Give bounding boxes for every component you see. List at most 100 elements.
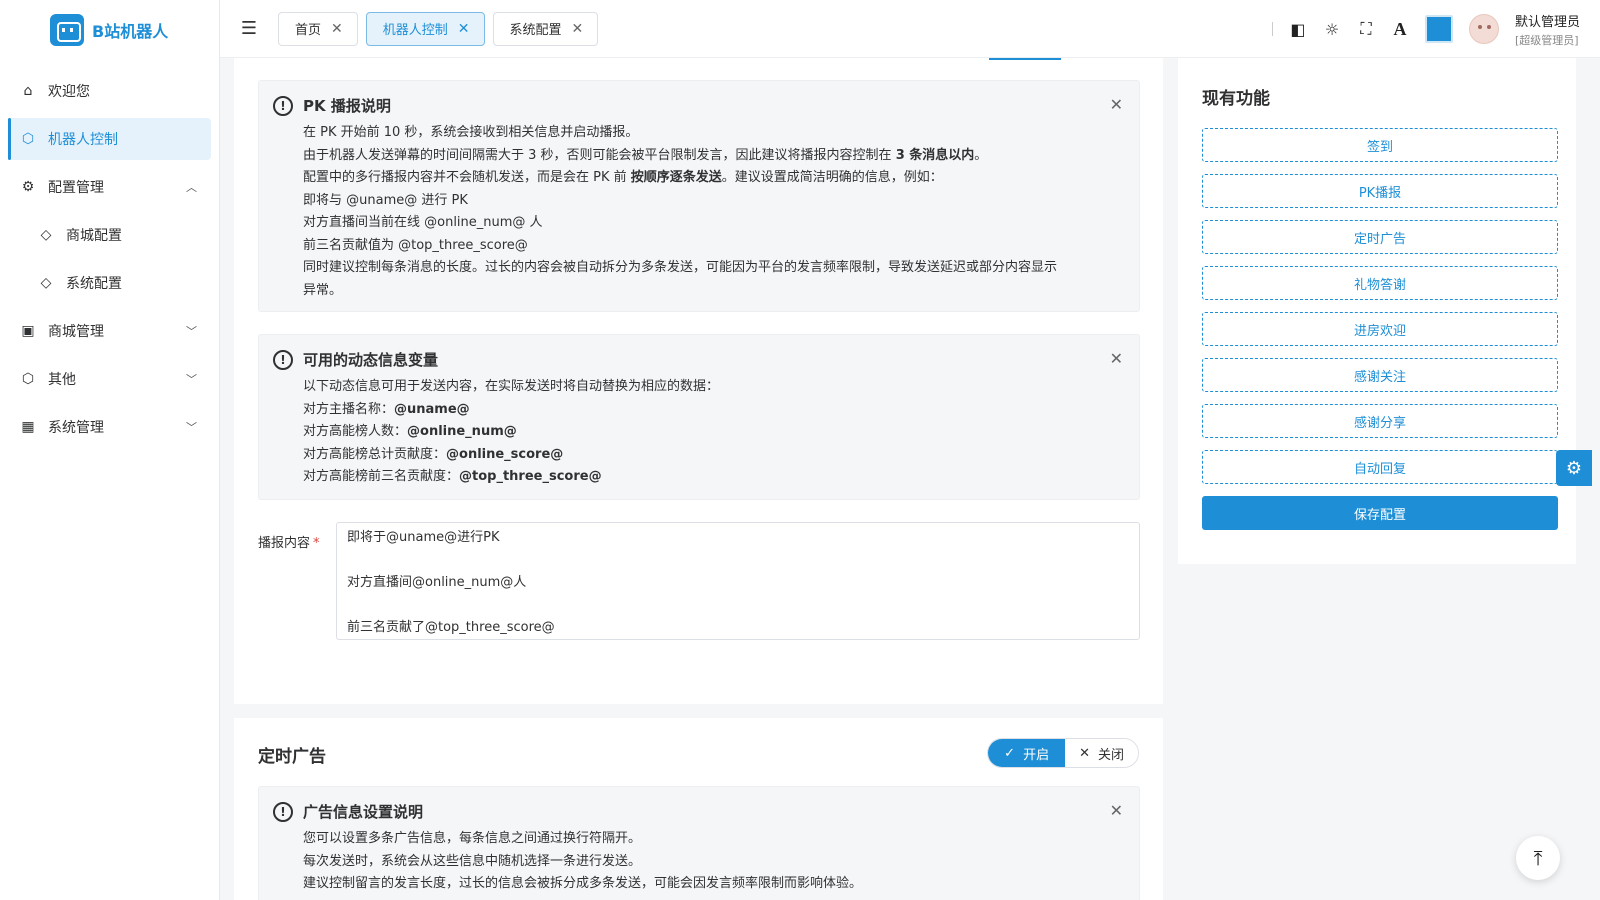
text: 配置中的多行播报内容并不会随机发送，而是会在 PK 前 (303, 170, 627, 185)
collapse-menu-icon[interactable]: ☰ (220, 18, 278, 39)
close-icon[interactable]: ✕ (572, 21, 584, 37)
app-logo[interactable]: B站机器人 (0, 0, 219, 60)
feature-button-welcome[interactable]: 进房欢迎 (1202, 312, 1558, 346)
avatar[interactable] (1468, 14, 1499, 44)
alert-body: 以下动态信息可用于发送内容，在实际发送时将自动替换为相应的数据： 对方主播名称：… (259, 370, 1139, 503)
alert-line: 每次发送时，系统会从这些信息中随机选择一条进行发送。 (303, 853, 642, 869)
tab-label: 首页 (295, 23, 322, 38)
alert-line: 对方直播间当前在线 @online_num@ 人 (303, 215, 543, 230)
alert-body: 您可以设置多条广告信息，每条信息之间通过换行符隔开。 每次发送时，系统会从这些信… (259, 822, 1139, 900)
sun-icon[interactable]: ☼ (1323, 20, 1341, 39)
grid-icon: ▦ (21, 419, 35, 435)
close-icon[interactable]: ✕ (1110, 95, 1123, 114)
tab-robot-control[interactable]: 机器人控制 ✕ (365, 11, 485, 46)
sidebar-item-label: 商城管理 (48, 324, 104, 340)
close-icon[interactable]: ✕ (1110, 349, 1123, 368)
alert-line: 异常。 (303, 282, 343, 298)
sidebar-item-shop-config[interactable]: ◇ 商城配置 (8, 214, 211, 256)
user-info[interactable]: 默认管理员 [超级管理员] (1515, 11, 1580, 48)
feature-button-thanks-follow[interactable]: 感谢关注 (1202, 358, 1558, 392)
sidebar-item-robot-control[interactable]: ⬡ 机器人控制 (8, 118, 211, 160)
variable-label: 对方高能榜人数： (303, 424, 408, 439)
feature-button-timed-ad[interactable]: 定时广告 (1202, 220, 1558, 254)
alert-line: 您可以设置多条广告信息，每条信息之间通过换行符隔开。 (303, 831, 642, 846)
sidebar-item-other[interactable]: ⬡ 其他 ﹀ (8, 358, 211, 400)
tab-system-config[interactable]: 系统配置 ✕ (492, 11, 599, 46)
sidebar-menu: ⌂ 欢迎您 ⬡ 机器人控制 ⚙ 配置管理 ︿ ◇ 商城配置 ◇ 系统配置 ▣ 商… (0, 70, 219, 448)
sidebar-item-label: 系统配置 (66, 276, 122, 292)
sidebar-item-shop-management[interactable]: ▣ 商城管理 ﹀ (8, 310, 211, 352)
feature-button-auto-reply[interactable]: 自动回复 (1202, 450, 1558, 484)
close-icon[interactable]: ✕ (458, 21, 470, 37)
text: 。建议设置成简洁明确的信息，例如： (721, 170, 943, 185)
variable-row: 对方高能榜总计贡献度：@online_score@ (303, 444, 1123, 467)
info-circle-icon: ! (273, 95, 293, 116)
sidebar-item-system-config[interactable]: ◇ 系统配置 (8, 262, 211, 304)
sidebar-item-config-management[interactable]: ⚙ 配置管理 ︿ (8, 166, 211, 208)
feature-button-checkin[interactable]: 签到 (1202, 128, 1558, 162)
tab-home[interactable]: 首页 ✕ (278, 11, 358, 46)
panel-title: 现有功能 (1202, 89, 1270, 109)
variable-label: 对方主播名称： (303, 401, 395, 417)
feature-button-thanks-share[interactable]: 感谢分享 (1202, 404, 1558, 438)
close-icon[interactable]: ✕ (331, 21, 343, 37)
sidebar-item-label: 商城配置 (66, 228, 122, 244)
alert-title: 广告信息设置说明 (303, 803, 424, 821)
user-role: [超级管理员] (1514, 33, 1579, 47)
close-icon[interactable]: ✕ (1110, 801, 1123, 820)
enable-toggle[interactable]: ✓ 开启 ✕ 关闭 (987, 738, 1139, 768)
sidebar-item-label: 系统管理 (48, 420, 104, 436)
alert-title: 可用的动态信息变量 (303, 351, 439, 369)
text: 由于机器人发送弹幕的时间间隔需大于 3 秒，否则可能会被平台限制发言，因此建议将… (303, 147, 892, 163)
variable-row: 对方高能榜人数：@online_num@ (303, 421, 1123, 444)
sidebar-item-system-management[interactable]: ▦ 系统管理 ﹀ (8, 406, 211, 448)
tab-label: 机器人控制 (382, 23, 448, 38)
chevron-down-icon: ﹀ (186, 325, 197, 338)
divider (1271, 22, 1273, 36)
shop-icon: ▣ (21, 323, 35, 339)
page-tabs: 首页 ✕ 机器人控制 ✕ 系统配置 ✕ (278, 11, 599, 46)
tab-label: 系统配置 (509, 23, 562, 38)
cube-icon: ⬡ (21, 131, 35, 147)
variable-row: 对方高能榜前三名贡献度：@top_three_score@ (303, 466, 1123, 489)
back-to-top-icon[interactable]: ⤒ (1516, 836, 1560, 880)
check-icon: ✓ (1004, 745, 1016, 761)
font-size-icon[interactable]: A (1391, 19, 1409, 40)
book-icon[interactable]: ◧ (1289, 20, 1307, 39)
app-title: B站机器人 (92, 22, 169, 41)
sidebar: B站机器人 ⌂ 欢迎您 ⬡ 机器人控制 ⚙ 配置管理 ︿ ◇ 商城配置 ◇ 系统… (0, 0, 220, 900)
alert-line: 前三名贡献值为 @top_three_score@ (303, 237, 528, 253)
feature-list: 签到 PK播报 定时广告 礼物答谢 进房欢迎 感谢关注 感谢分享 自动回复 保存… (1202, 128, 1558, 530)
toggle-off-button[interactable]: ✕ 关闭 (1065, 739, 1138, 767)
tag-icon: ◇ (40, 227, 52, 243)
sidebar-item-label: 机器人控制 (48, 132, 118, 148)
variable-value: @online_score@ (446, 446, 564, 462)
variable-value: @top_three_score@ (459, 469, 602, 484)
variable-label: 对方高能榜前三名贡献度： (303, 469, 460, 484)
toggle-on-button[interactable]: ✓ 开启 (988, 739, 1066, 767)
user-name: 默认管理员 (1514, 14, 1580, 30)
ad-info-alert: ! 广告信息设置说明 ✕ 您可以设置多条广告信息，每条信息之间通过换行符隔开。 … (258, 786, 1140, 900)
variable-row: 对方主播名称：@uname@ (303, 399, 1123, 422)
info-circle-icon: ! (273, 801, 293, 822)
theme-color-picker[interactable] (1424, 15, 1453, 43)
sidebar-item-welcome[interactable]: ⌂ 欢迎您 (8, 70, 211, 112)
gear-icon: ⚙ (21, 179, 35, 195)
settings-gear-icon[interactable]: ⚙ (1556, 450, 1592, 486)
fullscreen-icon[interactable]: ⛶ (1357, 19, 1375, 39)
variable-value: @uname@ (394, 401, 470, 417)
sidebar-item-label: 欢迎您 (48, 84, 90, 100)
save-config-button[interactable]: 保存配置 (1202, 496, 1558, 530)
close-icon: ✕ (1079, 745, 1090, 761)
header-tools: ◧ ☼ ⛶ A 默认管理员 [超级管理员] (1271, 0, 1580, 58)
broadcast-content-textarea[interactable]: 即将于@uname@进行PK 对方直播间@online_num@人 前三名贡献了… (336, 522, 1140, 640)
feature-button-pk[interactable]: PK播报 (1202, 174, 1558, 208)
section-title: 定时广告 (258, 747, 326, 767)
pk-config-card: ! PK 播报说明 ✕ 在 PK 开始前 10 秒，系统会接收到相关信息并启动播… (234, 58, 1163, 704)
alert-line: 由于机器人发送弹幕的时间间隔需大于 3 秒，否则可能会被平台限制发言，因此建议将… (303, 145, 1123, 168)
scrolled-toggle-edge (989, 58, 1061, 60)
alert-line: 建议控制留言的发言长度，过长的信息会被拆分成多条发送，可能会因发言频率限制而影响… (303, 876, 863, 891)
chevron-down-icon: ﹀ (186, 421, 197, 434)
cube-icon: ⬡ (21, 371, 35, 387)
feature-button-gift-thanks[interactable]: 礼物答谢 (1202, 266, 1558, 300)
